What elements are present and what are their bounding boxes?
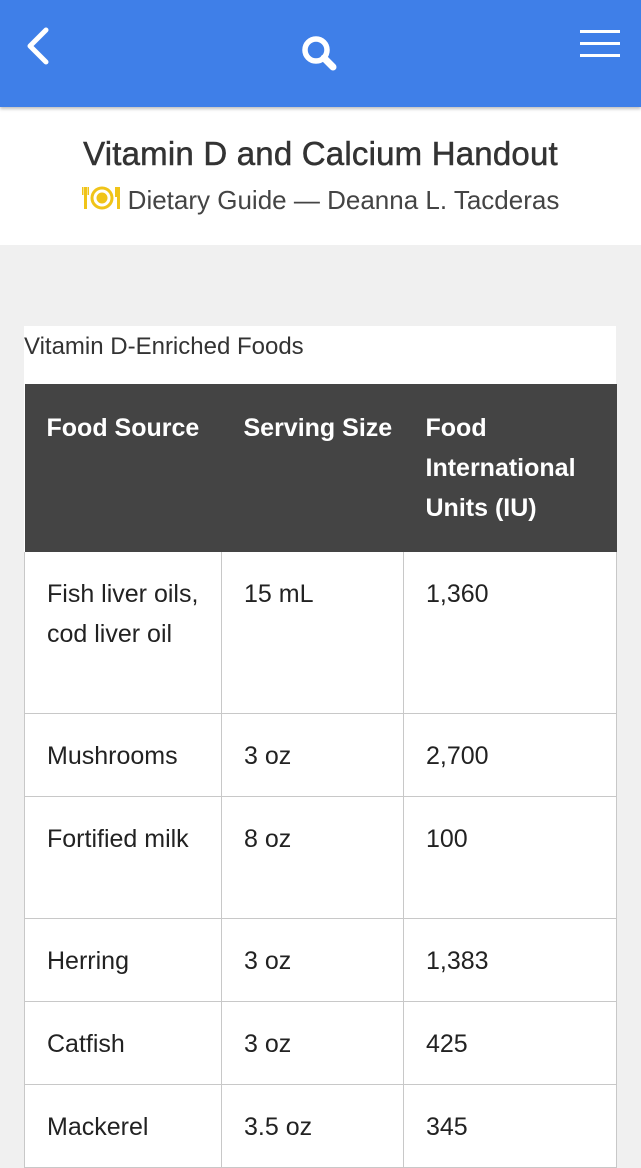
table-row: Mackerel 3.5 oz 345: [24, 1083, 617, 1168]
cell-serving: 3 oz: [221, 712, 404, 797]
column-header-food-source: Food Source: [24, 384, 222, 552]
app-bar: [0, 0, 641, 107]
search-button[interactable]: [296, 30, 344, 78]
cell-iu: 345: [403, 1083, 617, 1168]
cell-food: Catfish: [24, 1000, 222, 1085]
cell-iu: 2,700: [403, 712, 617, 797]
page-header: Vitamin D and Calcium Handout Dietary Gu…: [0, 107, 641, 245]
cell-serving: 15 mL: [221, 552, 404, 714]
table-row: Mushrooms 3 oz 2,700: [24, 712, 617, 797]
hamburger-menu-icon: [580, 30, 620, 57]
search-icon: [302, 36, 337, 71]
vitamin-d-table: Food Source Serving Size Food Internatio…: [24, 384, 617, 1168]
menu-button[interactable]: [574, 24, 626, 68]
table-row: Fortified milk 8 oz 100: [24, 795, 617, 919]
cell-food: Fish liver oils, cod liver oil: [24, 552, 222, 714]
table-header-row: Food Source Serving Size Food Internatio…: [24, 384, 617, 552]
cell-serving: 3.5 oz: [221, 1083, 404, 1168]
table-row: Catfish 3 oz 425: [24, 1000, 617, 1085]
cell-food: Fortified milk: [24, 795, 222, 919]
plate-utensils-icon: [81, 186, 120, 210]
chevron-left-icon: [27, 27, 49, 65]
cell-serving: 8 oz: [221, 795, 404, 919]
subtitle-text: Dietary Guide — Deanna L. Tacderas: [127, 185, 560, 215]
table-caption: Vitamin D-Enriched Foods: [24, 333, 304, 360]
cell-iu: 1,383: [403, 917, 617, 1002]
cell-food: Herring: [24, 917, 222, 1002]
food-table-card: Vitamin D-Enriched Foods Food Source Ser…: [24, 326, 617, 1168]
cell-iu: 1,360: [403, 552, 617, 714]
page-subtitle: Dietary Guide — Deanna L. Tacderas: [0, 185, 641, 216]
cell-food: Mushrooms: [24, 712, 222, 797]
column-header-iu: Food International Units (IU): [403, 384, 617, 552]
cell-serving: 3 oz: [221, 1000, 404, 1085]
cell-iu: 100: [403, 795, 617, 919]
back-button[interactable]: [18, 22, 68, 72]
table-row: Fish liver oils, cod liver oil 15 mL 1,3…: [24, 552, 617, 714]
table-row: Herring 3 oz 1,383: [24, 917, 617, 1002]
cell-iu: 425: [403, 1000, 617, 1085]
cell-food: Mackerel: [24, 1083, 222, 1168]
column-header-serving-size: Serving Size: [221, 384, 404, 552]
cell-serving: 3 oz: [221, 917, 404, 1002]
page-title: Vitamin D and Calcium Handout: [83, 135, 558, 173]
